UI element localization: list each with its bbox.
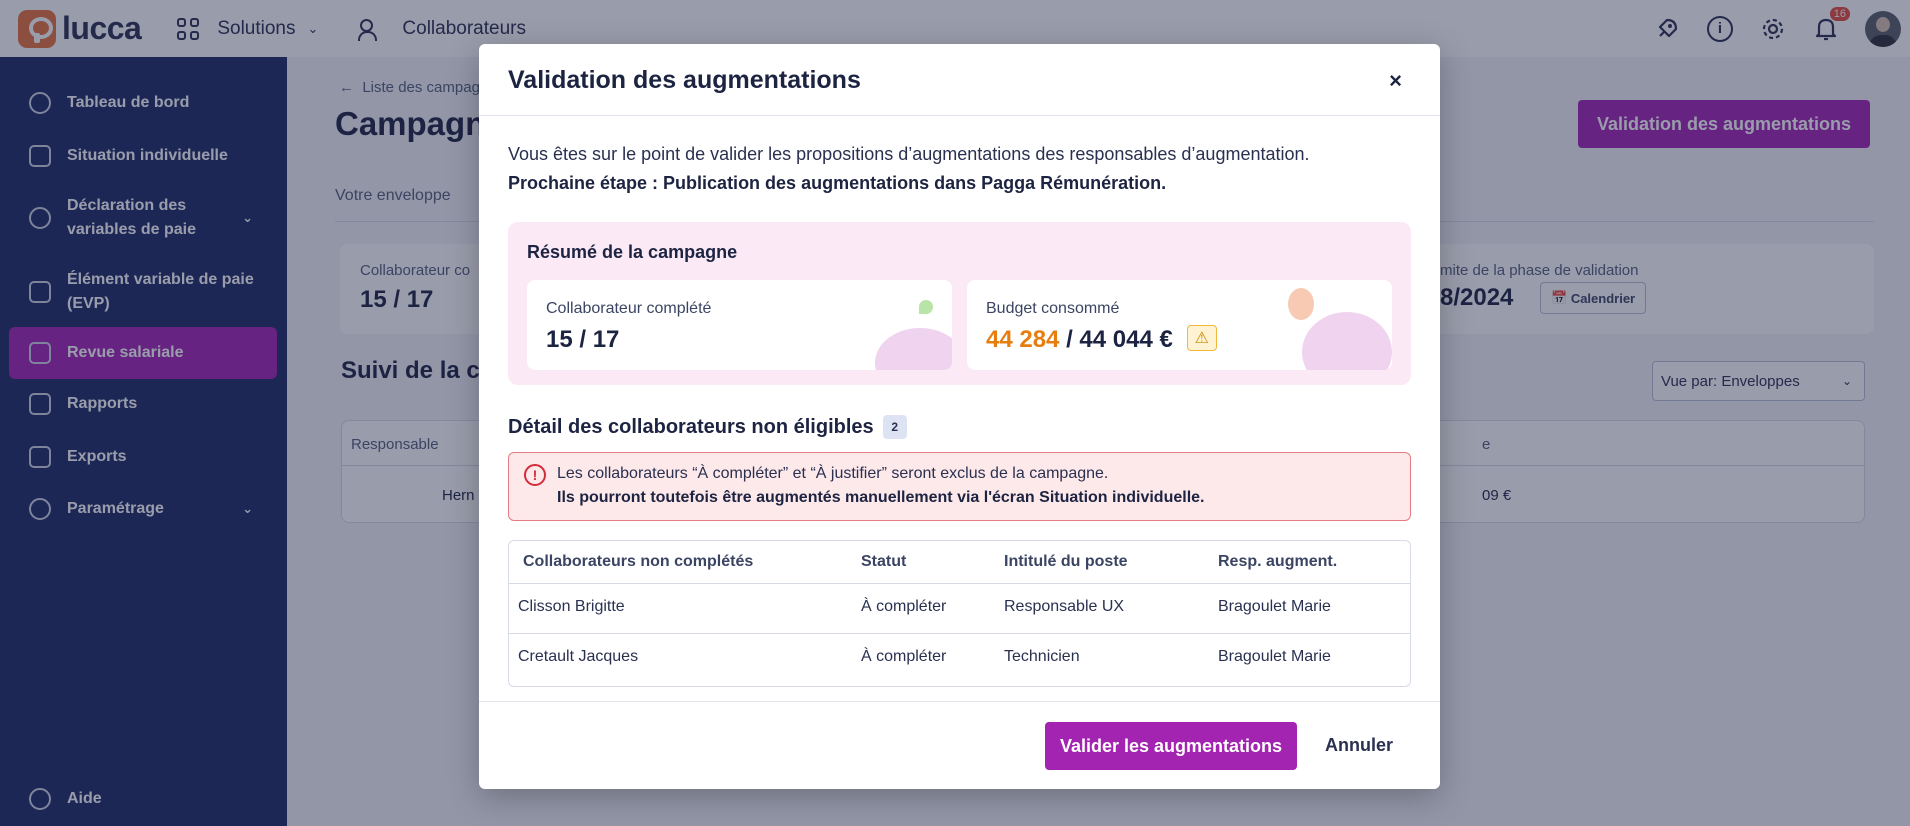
table-cell: À compléter [861,648,947,665]
decorative-blob [1302,312,1392,370]
table-cell: Technicien [1004,648,1080,665]
alert-text-strong: Ils pourront toutefois être augmentés ma… [557,489,1205,506]
error-icon: ! [524,464,546,486]
modal-intro: Vous êtes sur le point de valider les pr… [508,140,1310,198]
completed-value: 15 / 17 [546,326,620,353]
table-header-row: Collaborateurs non complétés Statut Inti… [509,541,1410,584]
modal-header: Validation des augmentations × [479,44,1440,116]
summary-title: Résumé de la campagne [527,242,738,262]
validation-modal: Validation des augmentations × Vous êtes… [479,44,1440,789]
exclusion-alert: ! Les collaborateurs “À compléter” et “À… [508,452,1411,521]
count-badge: 2 [882,415,907,439]
completed-card: Collaborateur complété 15 / 17 [527,280,952,370]
table-cell: À compléter [861,598,947,615]
detail-title: Détail des collaborateurs non éligibles … [508,415,907,439]
campaign-summary: Résumé de la campagne Collaborateur comp… [508,222,1411,385]
table-row[interactable]: Clisson Brigitte À compléter Responsable… [509,584,1410,633]
annuler-button[interactable]: Annuler [1325,735,1393,756]
decorative-leaf [919,300,933,314]
decorative-blob [1288,288,1314,320]
column-header[interactable]: Resp. augment. [1218,553,1337,571]
table-cell: Responsable UX [1004,598,1125,615]
warning-icon: ⚠ [1186,324,1217,351]
valider-button[interactable]: Valider les augmentations [1045,722,1297,770]
alert-text: Les collaborateurs “À compléter” et “À j… [557,465,1109,482]
budget-value: 44 284 / 44 044 € ⚠ [986,324,1217,354]
table-row[interactable]: Cretault Jacques À compléter Technicien … [509,633,1410,682]
table-cell: Bragoulet Marie [1218,648,1331,665]
budget-used: 44 284 [986,326,1060,353]
table-cell: Clisson Brigitte [518,598,625,615]
budget-card: Budget consommé 44 284 / 44 044 € ⚠ [967,280,1392,370]
modal-title: Validation des augmentations [508,66,861,94]
column-header[interactable]: Statut [861,553,906,571]
column-header[interactable]: Collaborateurs non complétés [523,553,753,571]
budget-total: / 44 044 € [1059,326,1173,353]
ineligible-table: Collaborateurs non complétés Statut Inti… [508,540,1411,687]
decorative-blob [875,328,952,370]
table-cell: Bragoulet Marie [1218,598,1331,615]
completed-label: Collaborateur complété [546,300,712,317]
column-header[interactable]: Intitulé du poste [1004,553,1128,571]
intro-text: Vous êtes sur le point de valider les pr… [508,144,1310,164]
modal-footer: Valider les augmentations Annuler [479,701,1440,789]
close-icon[interactable]: × [1389,68,1402,94]
next-step-text: Prochaine étape : Publication des augmen… [508,173,1167,193]
table-cell: Cretault Jacques [518,648,639,665]
budget-label: Budget consommé [986,300,1120,317]
